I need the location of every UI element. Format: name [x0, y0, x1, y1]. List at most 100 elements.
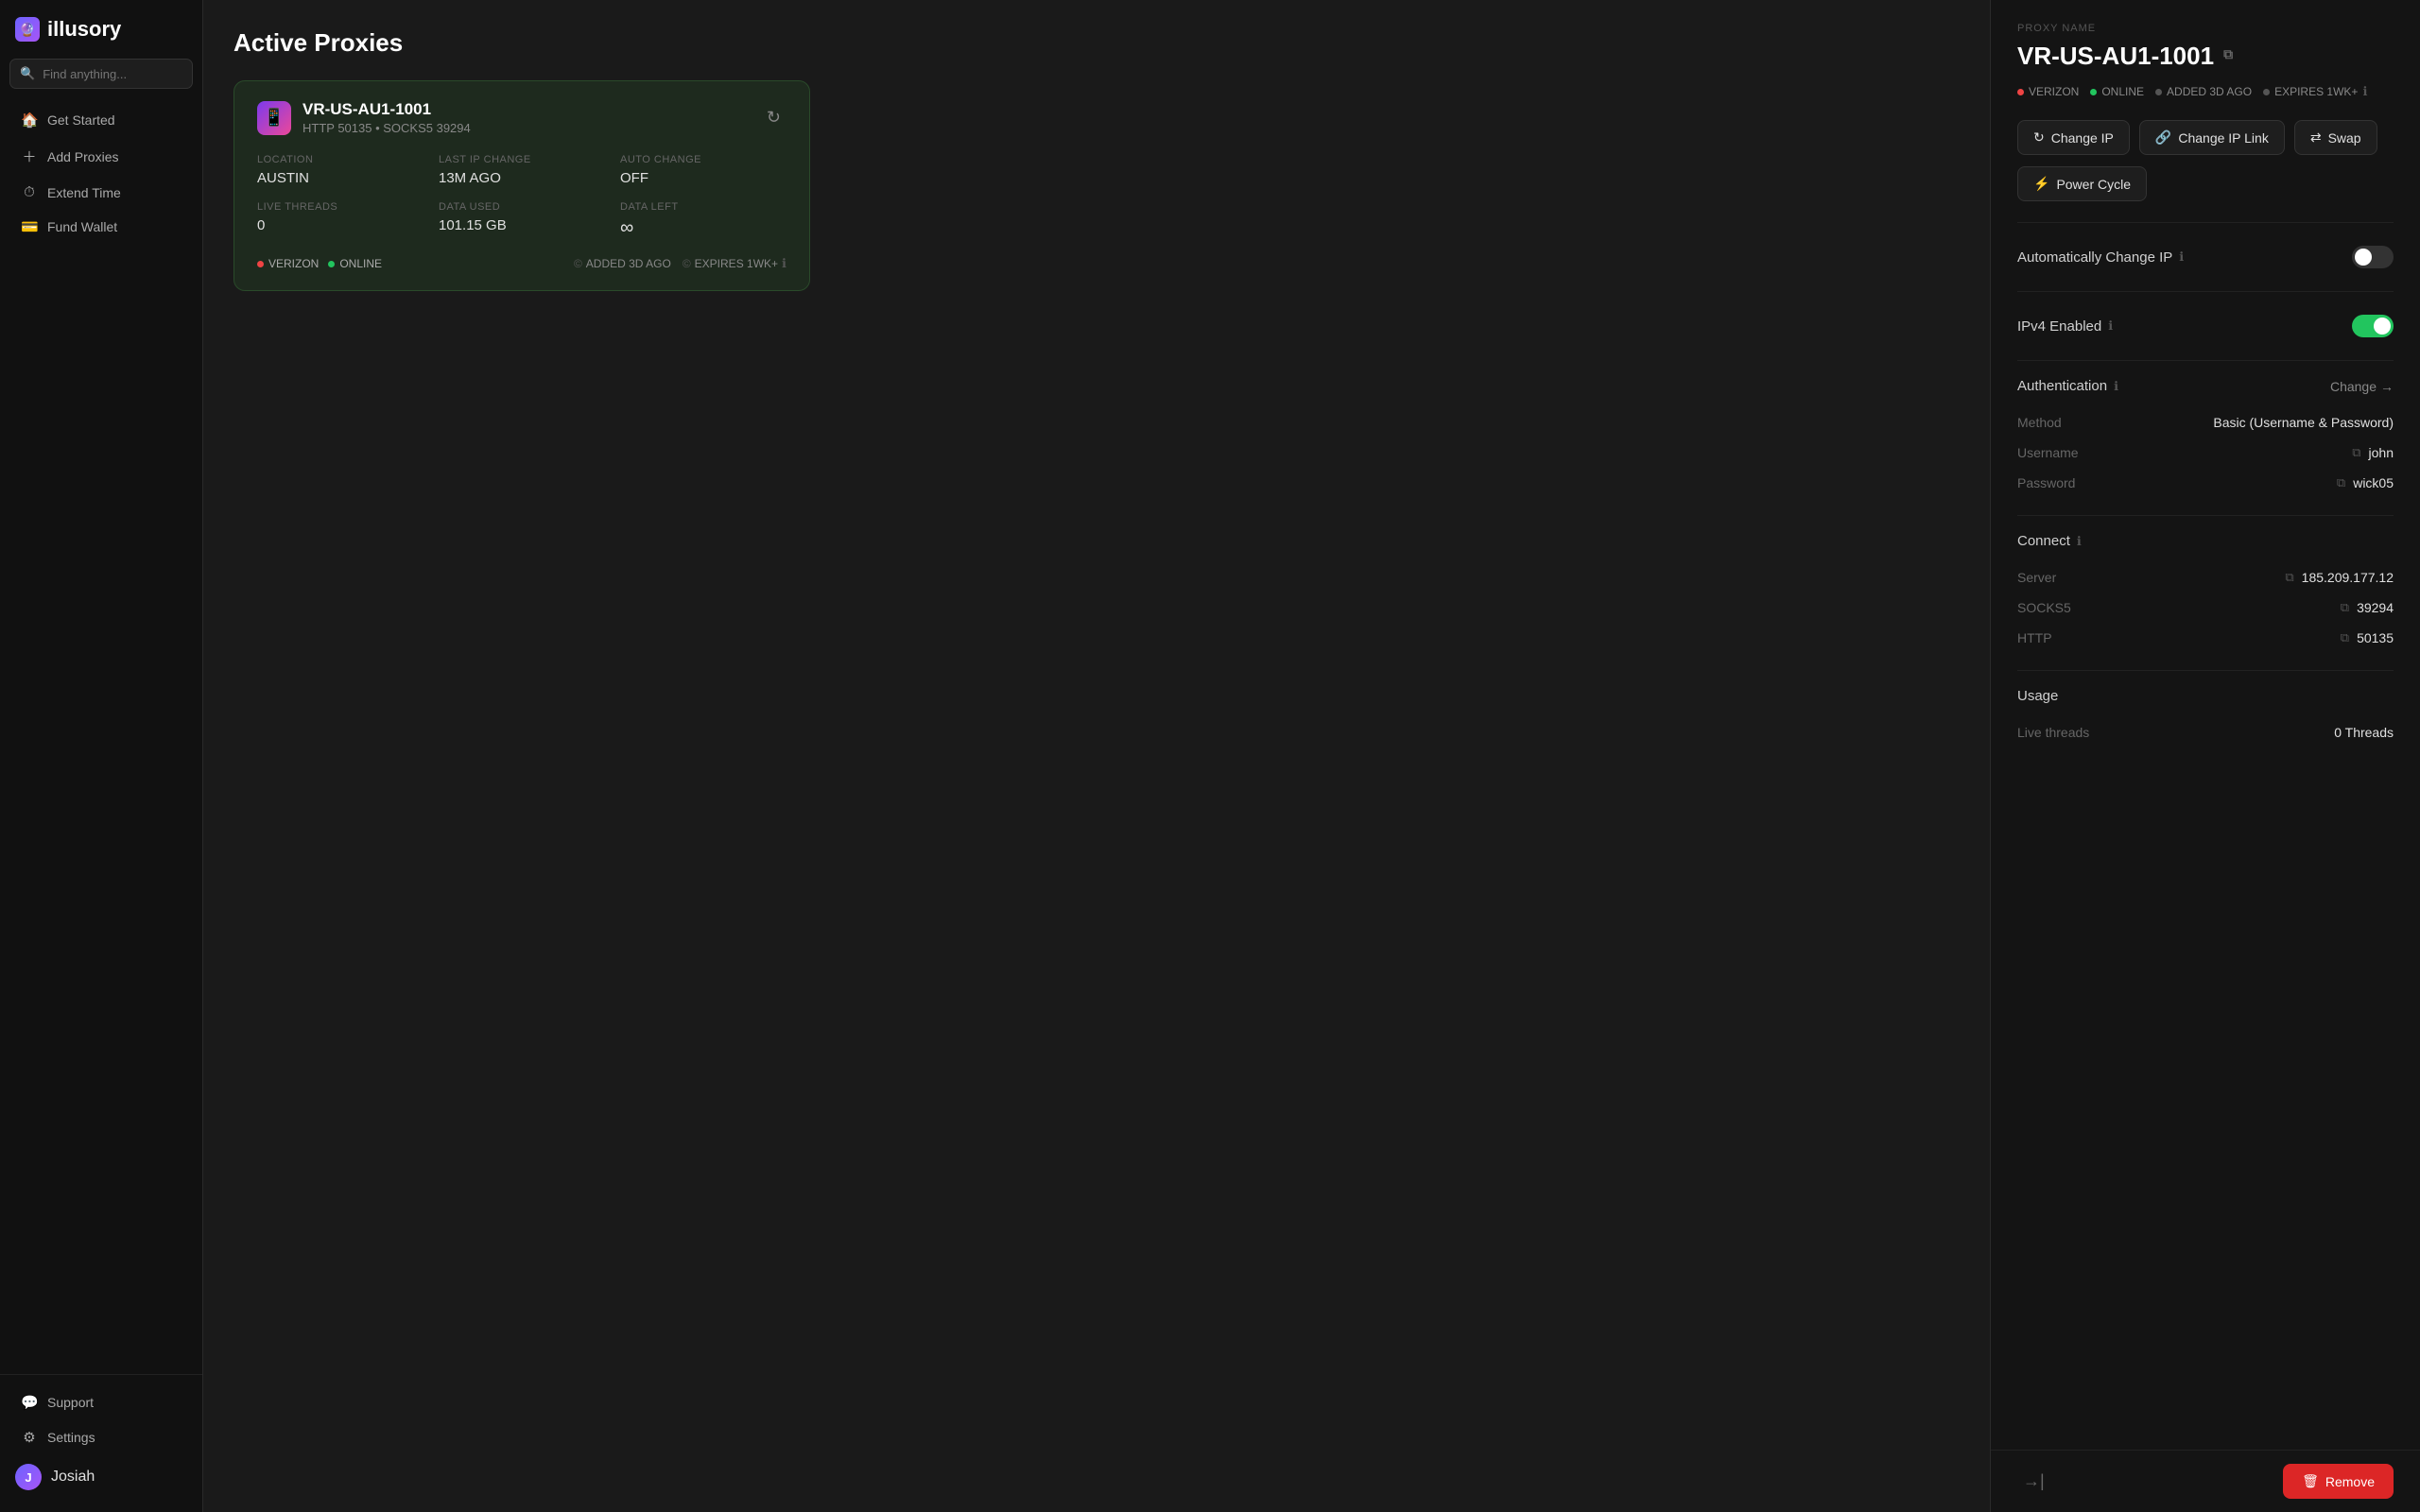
sidebar: 🔮 illusory 🔍 ⌘K 🏠 Get Started ＋ Add Prox… — [0, 0, 203, 1512]
sidebar-item-settings[interactable]: ⚙ Settings — [6, 1420, 197, 1454]
usage-section-header: Usage — [2017, 688, 2394, 704]
auth-username-row: Username ⧉ john — [2017, 438, 2394, 468]
logo-emoji: 🔮 — [19, 22, 35, 38]
power-button-row: ⚡ Power Cycle — [2017, 166, 2394, 201]
sidebar-item-label: Add Proxies — [47, 149, 118, 164]
auth-section-header: Authentication ℹ Change → — [2017, 378, 2394, 394]
panel-content: PROXY NAME VR-US-AU1-1001 ⧉ VERIZON ONLI… — [1991, 0, 2420, 1450]
proxy-card-name: VR-US-AU1-1001 — [302, 100, 471, 119]
user-profile[interactable]: J Josiah — [0, 1455, 202, 1499]
proxy-name-copy-icon[interactable]: ⧉ — [2223, 46, 2244, 67]
status-dot — [328, 261, 335, 267]
divider-5 — [2017, 670, 2394, 671]
live-threads-value: 0 — [257, 217, 424, 233]
sidebar-bottom: 💬 Support ⚙ Settings J Josiah — [0, 1374, 202, 1512]
badge-group: VERIZON ONLINE — [257, 257, 382, 270]
trash-icon: 🗑 — [2302, 1473, 2319, 1489]
change-ip-link-button[interactable]: 🔗 Change IP Link — [2139, 120, 2285, 155]
panel-expires-badge: EXPIRES 1WK+ ℹ — [2263, 84, 2367, 99]
phone-icon: 📱 — [257, 101, 291, 135]
panel-carrier-badge: VERIZON — [2017, 85, 2079, 98]
connect-info-icon[interactable]: ℹ — [2077, 534, 2082, 549]
home-icon: 🏠 — [21, 112, 38, 129]
auth-change-link[interactable]: Change → — [2330, 379, 2394, 394]
proxy-card[interactable]: 📱 VR-US-AU1-1001 HTTP 50135 • SOCKS5 392… — [233, 80, 810, 291]
method-value: Basic (Username & Password) — [2213, 415, 2394, 430]
power-cycle-button[interactable]: ⚡ Power Cycle — [2017, 166, 2147, 201]
stat-location: LOCATION AUSTIN — [257, 154, 424, 186]
http-label: HTTP — [2017, 630, 2052, 645]
swap-button[interactable]: ⇄ Swap — [2294, 120, 2377, 155]
auth-title: Authentication ℹ — [2017, 378, 2118, 394]
panel-added-badge: ADDED 3D AGO — [2155, 85, 2252, 98]
search-bar[interactable]: 🔍 ⌘K — [9, 59, 193, 89]
auto-change-ip-toggle[interactable] — [2352, 246, 2394, 268]
collapse-panel-button[interactable]: →| — [2017, 1466, 2050, 1497]
plus-icon: ＋ — [21, 146, 38, 166]
proxy-title-text: VR-US-AU1-1001 HTTP 50135 • SOCKS5 39294 — [302, 100, 471, 135]
last-ip-value: 13M AGO — [439, 170, 605, 186]
wallet-icon: 💳 — [21, 218, 38, 235]
action-buttons: ↻ Change IP 🔗 Change IP Link ⇄ Swap — [2017, 120, 2394, 155]
sidebar-nav: 🏠 Get Started ＋ Add Proxies ⏱ Extend Tim… — [0, 98, 202, 1374]
change-ip-button[interactable]: ↻ Change IP — [2017, 120, 2130, 155]
remove-button[interactable]: 🗑 Remove — [2283, 1464, 2394, 1499]
panel-expires-dot — [2263, 89, 2270, 95]
refresh-button[interactable]: ↻ — [761, 102, 786, 133]
toggle-knob — [2355, 249, 2372, 266]
username-copy-icon[interactable]: ⧉ — [2352, 445, 2360, 460]
server-value: ⧉ 185.209.177.12 — [2285, 570, 2394, 585]
ipv4-info-icon[interactable]: ℹ — [2108, 318, 2113, 334]
sidebar-item-add-proxies[interactable]: ＋ Add Proxies — [6, 138, 197, 175]
proxy-stats: LOCATION AUSTIN LAST IP CHANGE 13M AGO A… — [257, 154, 786, 239]
sidebar-item-get-started[interactable]: 🏠 Get Started — [6, 103, 197, 137]
added-label: ADDED 3D AGO — [586, 257, 671, 270]
expires-info-icon[interactable]: ℹ — [782, 256, 786, 271]
sidebar-item-support[interactable]: 💬 Support — [6, 1385, 197, 1419]
auto-change-label: AUTO CHANGE — [620, 154, 786, 165]
sidebar-item-fund-wallet[interactable]: 💳 Fund Wallet — [6, 210, 197, 244]
proxy-title-group: 📱 VR-US-AU1-1001 HTTP 50135 • SOCKS5 392… — [257, 100, 471, 135]
search-input[interactable] — [43, 67, 209, 81]
data-used-label: DATA USED — [439, 201, 605, 213]
clock-icon: ⏱ — [21, 184, 38, 200]
main-content: Active Proxies 📱 VR-US-AU1-1001 HTTP 501… — [203, 0, 1990, 1512]
auto-change-info-icon[interactable]: ℹ — [2179, 249, 2184, 265]
socks5-row: SOCKS5 ⧉ 39294 — [2017, 593, 2394, 623]
sidebar-item-label: Settings — [47, 1430, 95, 1445]
socks5-copy-icon[interactable]: ⧉ — [2341, 600, 2349, 615]
live-threads-label: Live threads — [2017, 725, 2089, 740]
method-label: Method — [2017, 415, 2062, 430]
auto-change-ip-row: Automatically Change IP ℹ — [2017, 240, 2394, 274]
live-threads-row: Live threads 0 Threads — [2017, 717, 2394, 747]
panel-status-badge: ONLINE — [2090, 85, 2144, 98]
http-copy-icon[interactable]: ⧉ — [2341, 630, 2349, 645]
change-ip-icon: ↻ — [2033, 129, 2045, 146]
connect-section-header: Connect ℹ — [2017, 533, 2394, 549]
auto-change-value: OFF — [620, 170, 786, 186]
sidebar-item-extend-time[interactable]: ⏱ Extend Time — [6, 176, 197, 209]
server-copy-icon[interactable]: ⧉ — [2285, 570, 2293, 585]
expiry-group: © ADDED 3D AGO © EXPIRES 1WK+ ℹ — [574, 256, 786, 271]
status-label: ONLINE — [339, 257, 382, 270]
user-name: Josiah — [51, 1469, 95, 1486]
search-icon: 🔍 — [20, 66, 35, 81]
panel-expires-info-icon[interactable]: ℹ — [2362, 84, 2367, 99]
status-badge: ONLINE — [328, 257, 382, 270]
live-threads-value: 0 Threads — [2334, 725, 2394, 740]
page-title: Active Proxies — [233, 28, 1960, 58]
carrier-label: VERIZON — [268, 257, 319, 270]
stat-auto-change: AUTO CHANGE OFF — [620, 154, 786, 186]
socks5-label: SOCKS5 — [2017, 600, 2071, 615]
logo-area: 🔮 illusory — [0, 0, 202, 55]
panel-badges: VERIZON ONLINE ADDED 3D AGO EXPIRES 1WK+… — [2017, 84, 2394, 99]
ipv4-toggle[interactable] — [2352, 315, 2394, 337]
arrow-right-icon: → — [2380, 379, 2394, 394]
panel-carrier-dot — [2017, 89, 2024, 95]
power-icon: ⚡ — [2033, 176, 2049, 192]
panel-section-label: PROXY NAME — [2017, 23, 2394, 34]
connect-title: Connect ℹ — [2017, 533, 2082, 549]
password-copy-icon[interactable]: ⧉ — [2337, 475, 2345, 490]
server-row: Server ⧉ 185.209.177.12 — [2017, 562, 2394, 593]
auth-info-icon[interactable]: ℹ — [2114, 379, 2118, 394]
